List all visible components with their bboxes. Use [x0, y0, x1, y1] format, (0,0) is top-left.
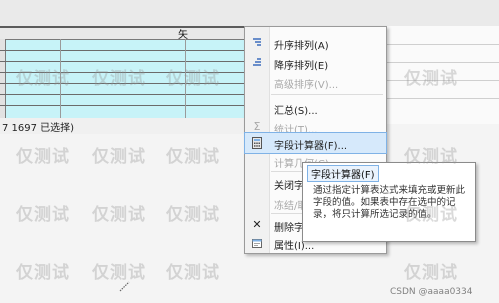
watermark-text: 仅测试	[166, 147, 220, 167]
watermark-text: 仅测试	[92, 147, 146, 167]
menu-item-label: 汇总(S)...	[274, 106, 318, 117]
pen-cursor-icon	[118, 279, 132, 293]
menu-separator	[271, 94, 383, 95]
table-right-row-line	[385, 62, 499, 63]
sort-descending-icon	[251, 57, 263, 69]
watermark-text: 仅测试	[16, 263, 70, 283]
menu-item-sort-ascending[interactable]: 升序排列(A)	[245, 33, 386, 53]
delete-icon: ✕	[252, 218, 262, 231]
watermark-text: 仅测试	[404, 147, 458, 167]
watermark-text: 仅测试	[16, 205, 70, 225]
menu-item-label: 字段计算器(F)...	[274, 141, 348, 152]
grid-row-line	[0, 94, 245, 95]
table-right-row-line	[385, 98, 499, 99]
menu-item-field-calculator[interactable]: 字段计算器(F)...	[244, 132, 387, 154]
grid-row-line	[0, 61, 245, 62]
menu-item-summarize[interactable]: 汇总(S)...	[245, 98, 386, 118]
table-right-row-line	[385, 44, 499, 45]
menu-item-label: 高级排序(V)...	[274, 80, 339, 91]
watermark-text: 仅测试	[166, 205, 220, 225]
menu-item-advanced-sort[interactable]: 高级排序(V)...	[245, 72, 386, 92]
calculator-icon	[251, 137, 263, 149]
sort-ascending-icon	[251, 37, 263, 49]
properties-icon	[251, 237, 263, 249]
watermark-text: 仅测试	[166, 69, 220, 89]
grid-row-selector[interactable]	[0, 39, 6, 119]
sigma-icon: Σ	[253, 120, 261, 133]
watermark-text: 仅测试	[16, 69, 70, 89]
grid-column-header[interactable]: 矢	[178, 28, 188, 41]
watermark-text: 仅测试	[92, 69, 146, 89]
watermark-text: 仅测试	[404, 69, 458, 89]
watermark-text: 仅测试	[16, 147, 70, 167]
grid-column-header-row[interactable]: 矢	[0, 28, 245, 41]
grid-row-line	[0, 105, 245, 106]
watermark-text: 仅测试	[404, 263, 458, 283]
watermark-text: 仅测试	[404, 205, 458, 225]
grid-row-line	[0, 50, 245, 51]
credit-text: CSDN @aaaa0334	[390, 287, 473, 297]
selection-count: 7 1697 已选择)	[2, 123, 75, 134]
status-bar: 7 1697 已选择)	[0, 118, 245, 134]
tooltip-title: 字段计算器(F)	[307, 165, 379, 182]
watermark-text: 仅测试	[166, 263, 220, 283]
menu-item-label: 升序排列(A)	[274, 41, 329, 52]
menu-item-label: 降序排列(E)	[274, 61, 329, 72]
watermark-text: 仅测试	[92, 205, 146, 225]
menu-item-sort-descending[interactable]: 降序排列(E)	[245, 53, 386, 73]
top-strip	[0, 0, 499, 26]
